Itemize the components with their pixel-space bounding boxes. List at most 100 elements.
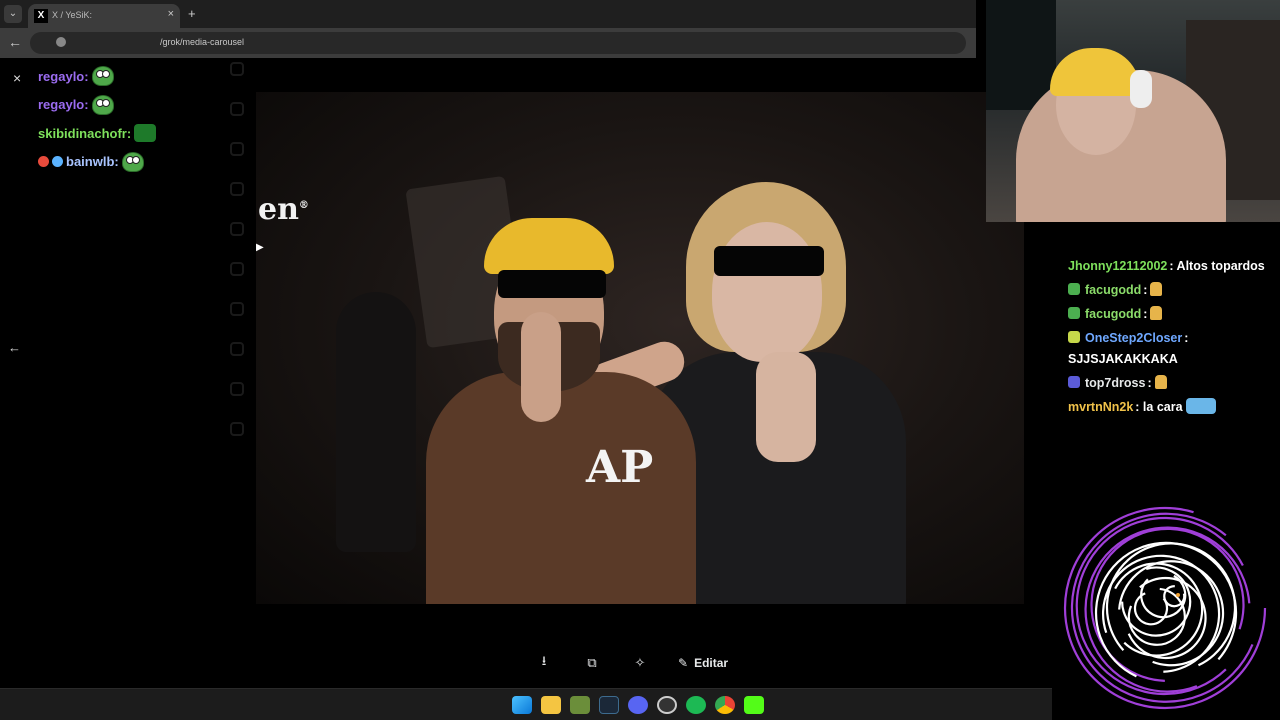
bookmarks-icon <box>230 302 244 316</box>
yellow-beanie <box>1050 48 1140 96</box>
chat-username: skibidinachofr: <box>38 125 132 141</box>
spiral-ring <box>1133 591 1169 626</box>
background-person <box>336 292 416 552</box>
chat-username: mvrtnNn2k <box>1068 400 1134 414</box>
stream-chat: Jhonny12112002: Altos topardos facugodd: f… <box>1068 256 1278 421</box>
pepe-emote-icon <box>91 94 114 115</box>
browser-tab[interactable]: X X / YeSiK: × <box>28 4 180 28</box>
profile-icon <box>230 382 244 396</box>
file-explorer-icon[interactable] <box>541 696 561 714</box>
more-icon <box>230 422 244 436</box>
address-bar-row: ← /grok/media-carousel <box>0 28 976 58</box>
obs-icon[interactable] <box>657 696 677 714</box>
overlay-chat-message: regaylo: <box>38 91 238 120</box>
hand-emote-icon <box>1150 282 1163 296</box>
steam-icon[interactable] <box>599 696 619 714</box>
grok-edit-icon[interactable]: ✧ <box>616 655 664 671</box>
minecraft-icon[interactable] <box>570 696 590 714</box>
chat-badge-icon <box>1068 307 1080 319</box>
pepe-emote-icon <box>91 66 114 87</box>
chat-badge-icon <box>38 156 49 168</box>
spiral-visualizer <box>1063 506 1267 710</box>
edit-label: Editar <box>694 656 729 670</box>
messages-icon <box>230 182 244 196</box>
overlay-chat-message: bainwlb: <box>38 148 238 177</box>
pencil-icon: ✎ <box>678 656 689 670</box>
x-icon <box>230 262 244 276</box>
copy-icon[interactable]: ⧉ <box>568 655 616 671</box>
hand <box>521 312 561 422</box>
media-close-button[interactable]: × <box>13 70 21 86</box>
chat-text: : <box>1143 283 1148 297</box>
chat-username: regaylo: <box>38 68 89 84</box>
chrome-icon[interactable] <box>715 696 735 714</box>
chat-message: facugodd: <box>1068 280 1278 301</box>
chat-badge-icon <box>52 156 63 168</box>
media-prev-button[interactable]: ← <box>8 340 21 355</box>
chat-message: mvrtnNn2k: la cara <box>1068 397 1278 418</box>
chat-badge-icon <box>1068 376 1080 388</box>
chat-username: facugodd <box>1085 283 1142 297</box>
hand-emote-icon <box>1150 306 1163 320</box>
hoodie-logo: AP <box>586 442 654 493</box>
windows-start-icon[interactable] <box>512 696 532 714</box>
tab-list-button[interactable]: ⌄ <box>4 5 22 23</box>
chat-text: : <box>1147 376 1152 390</box>
chat-username: Jhonny12112002 <box>1068 259 1168 273</box>
url-field[interactable]: /grok/media-carousel <box>30 32 966 54</box>
new-tab-button[interactable]: + <box>188 6 196 21</box>
overlay-chat-message: skibidinachofr: <box>38 119 238 148</box>
tab-title: X / YeSiK: <box>52 10 93 20</box>
media-photo: en® ▶ AP <box>256 92 1024 604</box>
yellow-cap <box>484 218 614 274</box>
chat-badge-icon <box>1068 331 1080 343</box>
x-logo-icon: X <box>34 9 48 23</box>
chat-message: OneStep2Closer: SJJSJAKAKKAKA <box>1068 328 1278 370</box>
download-icon[interactable]: ⭳ <box>520 652 568 674</box>
wide-emote-icon <box>1185 398 1216 414</box>
kick-icon[interactable] <box>744 696 764 714</box>
sunglasses <box>498 270 606 298</box>
chat-text: : <box>1143 307 1148 321</box>
chat-username: top7dross <box>1085 376 1146 390</box>
chat-username: OneStep2Closer <box>1085 331 1183 345</box>
url-text: /grok/media-carousel <box>160 37 245 47</box>
chat-username: facugodd <box>1085 307 1142 321</box>
back-button[interactable]: ← <box>8 34 22 50</box>
hand <box>756 352 816 462</box>
chat-text: : la cara <box>1135 400 1183 414</box>
chat-message: facugodd: <box>1068 304 1278 325</box>
tab-close-button[interactable]: × <box>168 8 174 20</box>
chat-message: top7dross: <box>1068 373 1278 394</box>
browser-tab-bar: ⌄ X X / YeSiK: × + <box>0 0 976 28</box>
communities-icon <box>230 342 244 356</box>
poster-arrow-icon: ▶ <box>256 242 264 253</box>
discord-icon[interactable] <box>628 696 648 714</box>
site-info-icon[interactable] <box>56 37 66 47</box>
chat-username: regaylo: <box>38 97 89 113</box>
block-emote-icon <box>134 124 157 143</box>
windows-taskbar <box>0 688 1052 720</box>
stream-chat-overlay: regaylo: regaylo: skibidinachofr: bainwlb: <box>38 62 238 176</box>
chat-username: bainwlb: <box>66 154 119 170</box>
spotify-icon[interactable] <box>686 696 706 714</box>
face <box>712 222 822 362</box>
overlay-chat-message: regaylo: <box>38 62 238 91</box>
poster: en® ▶ <box>256 192 316 262</box>
headphones <box>1130 70 1152 108</box>
webcam-feed <box>986 0 1280 222</box>
chat-message: Jhonny12112002: Altos topardos <box>1068 256 1278 277</box>
chat-text: : Altos topardos <box>1169 259 1265 273</box>
chat-badge-icon <box>1068 283 1080 295</box>
poster-text: en® <box>258 192 309 227</box>
media-toolbar: ⭳ ⧉ ✧ ✎ Editar <box>520 650 760 676</box>
spiral-center-dot <box>1176 593 1180 597</box>
edit-button[interactable]: ✎ Editar <box>678 656 728 670</box>
grok-icon <box>230 222 244 236</box>
brown-hoodie <box>426 372 696 604</box>
pepe-emote-icon <box>121 151 144 172</box>
person-left: AP <box>426 212 696 604</box>
sunglasses <box>714 246 824 276</box>
spiral-ring <box>1121 566 1192 637</box>
person-right <box>582 182 906 604</box>
